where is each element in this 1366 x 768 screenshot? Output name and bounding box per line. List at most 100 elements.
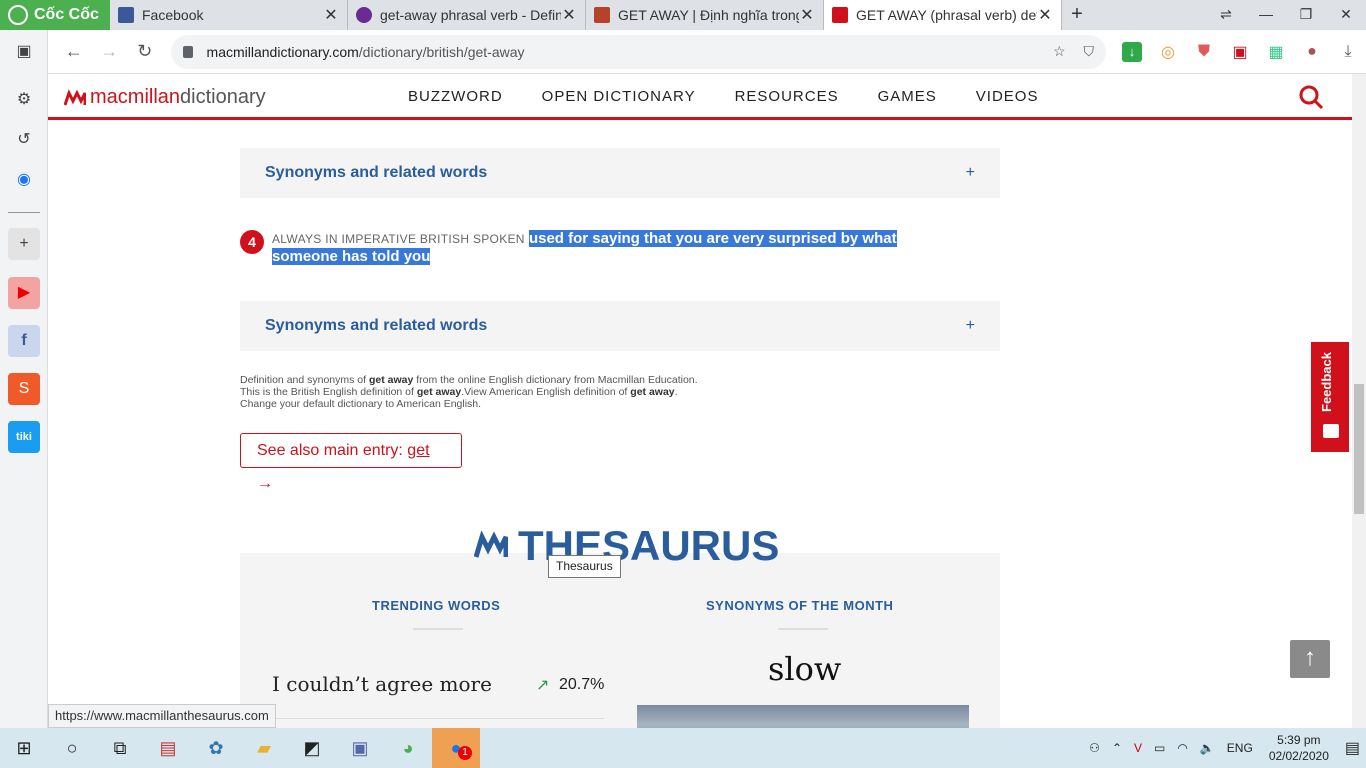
chrome-extension-icon[interactable]: ◎ [1150,42,1186,62]
downloads-icon[interactable]: ⤓ [1330,43,1366,61]
status-bar-url: https://www.macmillanthesaurus.com [48,704,276,728]
search-icon[interactable] [1298,84,1324,110]
coccoc-taskbar-icon[interactable]: ◕ [384,728,432,768]
file-explorer-icon[interactable]: ▰ [240,728,288,768]
trending-phrase-link[interactable]: I couldn’t agree more [272,672,604,696]
feedback-tab[interactable]: Feedback [1311,342,1349,452]
synonyms-accordion[interactable]: Synonyms and related words + [240,301,1000,351]
new-tab-button[interactable]: + [1062,0,1092,30]
synonyms-accordion[interactable]: Synonyms and related words + [240,148,1000,198]
bookmark-star-icon[interactable]: ☆ [1053,43,1066,60]
macmillan-logo-icon [64,88,86,105]
nav-open-dictionary[interactable]: OPEN DICTIONARY [542,88,696,105]
maximize-button[interactable]: ❐ [1286,0,1326,30]
chevron-up-icon[interactable]: ⌃ [1112,741,1122,755]
adblock-icon[interactable]: ⛊ [1186,43,1222,61]
change-dictionary-link[interactable]: Change your default dictionary to Americ… [240,398,698,410]
language-indicator[interactable]: ENG [1227,741,1253,755]
back-arrow-icon[interactable]: ← [56,41,92,62]
task-view-icon[interactable]: ⧉ [96,728,144,768]
logo-brand-text: macmillan [90,86,181,108]
clock[interactable]: 5:39 pm 02/02/2020 [1269,732,1329,764]
windows-start-icon[interactable]: ⊞ [0,728,48,768]
extension-icons: ↓ ◎ ⛊ ▣ ▦ ● ⤓ [1114,41,1366,62]
nav-resources[interactable]: RESOURCES [735,88,839,105]
colorful-extension-icon[interactable]: ▦ [1258,42,1294,62]
tab-macmillan[interactable]: GET AWAY (phrasal verb) defi ✕ [824,0,1062,30]
app-icon-3[interactable]: ▣ [336,728,384,768]
synonym-photo[interactable] [637,705,969,728]
expand-plus-icon[interactable]: + [966,164,975,182]
see-also-button[interactable]: See also main entry: get → [240,433,462,492]
tab-title: GET AWAY | Định nghĩa trong [618,7,799,23]
clock-time: 5:39 pm [1277,733,1321,747]
profile-avatar[interactable]: ● [1294,43,1330,61]
browser-brand[interactable]: Cốc Cốc [0,0,110,30]
zalo-taskbar-icon[interactable]: ● 1 [432,728,480,768]
tab-cambridge[interactable]: GET AWAY | Định nghĩa trong ✕ [586,0,824,30]
close-tab-icon[interactable]: ✕ [561,5,577,25]
volume-icon[interactable]: 🔈 [1200,741,1215,755]
download-extension-icon[interactable]: ↓ [1122,41,1143,62]
action-center-icon[interactable]: ▤ [1345,738,1360,758]
app-icon-2[interactable]: ✿ [192,728,240,768]
thesaurus-panel [240,553,1000,728]
macmillan-favicon-icon [832,7,848,23]
scrollbar-thumb[interactable] [1354,384,1364,514]
youtube-icon[interactable]: ▶ [8,277,40,309]
wifi-icon[interactable]: ◠ [1177,741,1187,755]
restore-tabs-icon[interactable]: ⇌ [1206,0,1246,30]
url-input[interactable]: macmillandictionary.com/dictionary/briti… [170,34,1107,69]
shield-icon[interactable]: ⛉ [1084,43,1095,60]
battery-icon[interactable]: ▭ [1154,741,1165,755]
site-header: macmillan dictionary BUZZWORD OPEN DICTIO… [48,74,1352,120]
sidebar-toggle-icon[interactable]: ▣ [8,36,40,68]
nav-buzzword[interactable]: BUZZWORD [408,88,503,105]
close-tab-icon[interactable]: ✕ [323,5,339,25]
expand-plus-icon[interactable]: + [966,317,975,335]
thesaurus-title[interactable]: THESAURUS [474,522,779,570]
heading-underline [413,628,463,630]
credit-text: from the online English dictionary from … [413,374,698,386]
tab-get-away-phrasal[interactable]: get-away phrasal verb - Defin ✕ [348,0,586,30]
history-icon[interactable]: ↺ [8,124,40,156]
synonym-of-month-word[interactable]: slow [768,650,841,688]
sticky-notes-icon[interactable]: ◩ [288,728,336,768]
page-scrollbar[interactable] [1352,74,1366,728]
shopee-icon[interactable]: S [8,373,40,405]
minimize-button[interactable]: — [1246,0,1286,30]
reload-icon[interactable]: ↻ [127,41,163,62]
back-to-top-button[interactable]: ↑ [1290,640,1330,678]
synonyms-of-month-heading: SYNONYMS OF THE MONTH [706,598,894,613]
see-also-label: See also main entry: [257,442,408,459]
forward-arrow-icon[interactable]: → [92,41,128,62]
thesaurus-tooltip: Thesaurus [548,555,621,578]
sense-4: 4 ALWAYS IN IMPERATIVE BRITISH SPOKEN us… [240,230,950,266]
url-path: /dictionary/british/get-away [358,43,525,60]
lock-icon [182,45,193,58]
american-definition-link[interactable]: .View American English definition of [461,386,630,398]
close-tab-icon[interactable]: ✕ [1037,5,1053,25]
see-also-word[interactable]: get [407,442,429,459]
add-panel-icon[interactable]: + [8,228,40,260]
facebook-icon[interactable]: f [8,325,40,357]
close-tab-icon[interactable]: ✕ [799,5,815,25]
trending-percent: 20.7% [559,676,605,693]
trending-divider [272,718,604,719]
vietkey-icon[interactable]: V [1134,741,1142,755]
red-extension-icon[interactable]: ▣ [1222,42,1258,62]
search-circle-icon[interactable]: ○ [48,728,96,768]
tiki-icon[interactable]: tiki [8,421,40,453]
people-icon[interactable]: ⚇ [1089,741,1100,755]
close-window-button[interactable]: ✕ [1326,0,1366,30]
app-icon-1[interactable]: ▤ [144,728,192,768]
nav-videos[interactable]: VIDEOS [976,88,1039,105]
credit-text: Definition and synonyms of [240,374,369,386]
heading-underline [778,628,828,630]
tab-facebook[interactable]: Facebook ✕ [110,0,348,30]
facebook-favicon-icon [118,7,134,23]
settings-gear-icon[interactable]: ⚙ [8,84,40,116]
messenger-icon[interactable]: ◉ [8,164,40,196]
nav-games[interactable]: GAMES [878,88,937,105]
macmillan-logo[interactable]: macmillan dictionary [64,86,266,109]
